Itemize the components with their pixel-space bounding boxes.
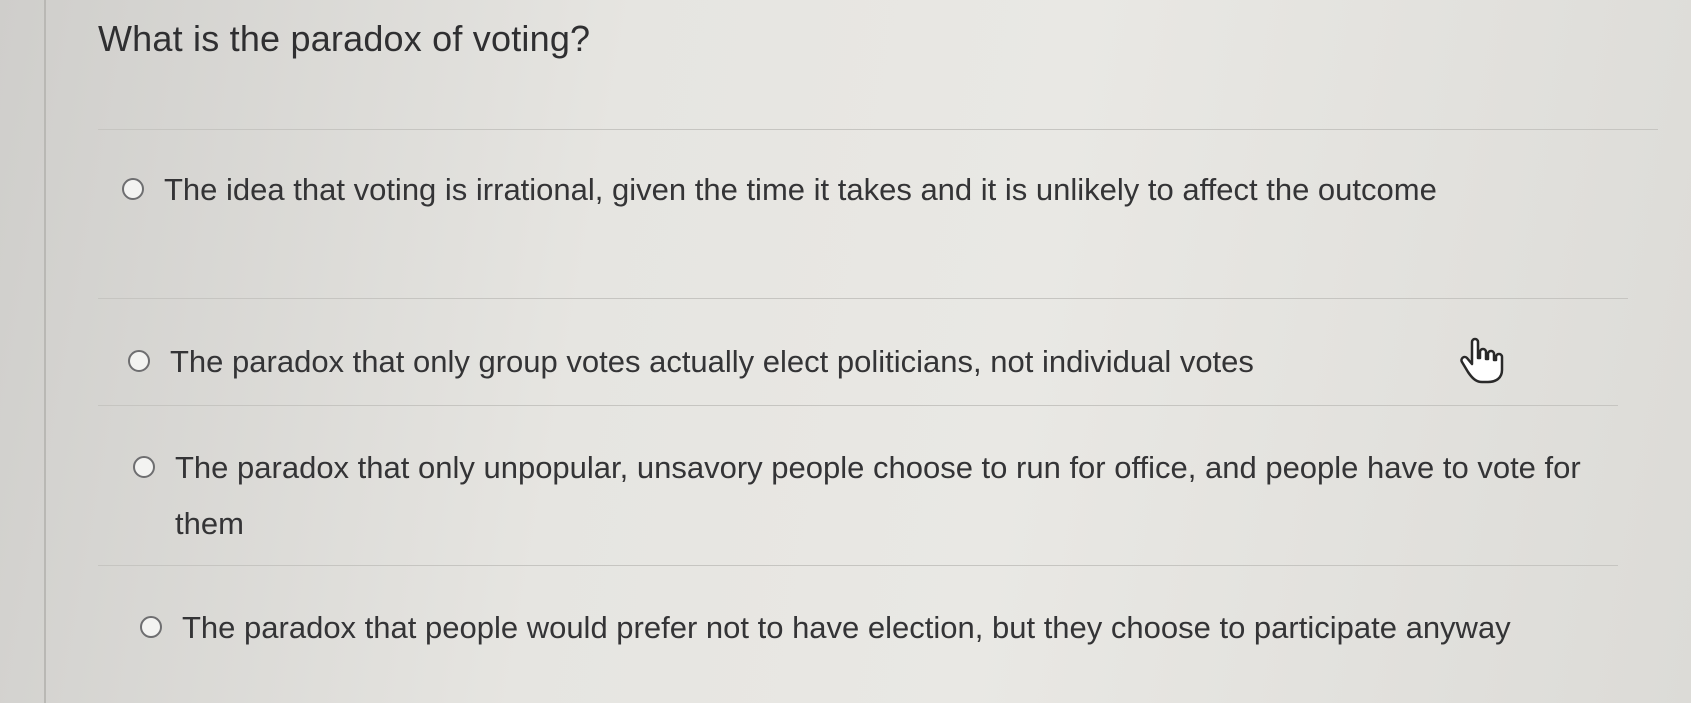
divider bbox=[98, 565, 1618, 566]
quiz-screen: What is the paradox of voting? The idea … bbox=[0, 0, 1691, 703]
radio-button[interactable] bbox=[122, 178, 144, 200]
answer-option-2[interactable]: The paradox that only group votes actual… bbox=[128, 340, 1598, 390]
answer-option-1[interactable]: The idea that voting is irrational, give… bbox=[122, 168, 1572, 218]
question-title: What is the paradox of voting? bbox=[98, 18, 591, 59]
radio-button[interactable] bbox=[128, 350, 150, 372]
left-border bbox=[44, 0, 46, 703]
divider bbox=[98, 129, 1658, 130]
answer-option-3[interactable]: The paradox that only unpopular, unsavor… bbox=[133, 446, 1613, 552]
answer-option-label: The idea that voting is irrational, give… bbox=[164, 172, 1437, 207]
answer-option-label: The paradox that only group votes actual… bbox=[170, 344, 1254, 379]
radio-button[interactable] bbox=[140, 616, 162, 638]
answer-option-4[interactable]: The paradox that people would prefer not… bbox=[140, 606, 1560, 656]
divider bbox=[98, 405, 1618, 406]
radio-button[interactable] bbox=[133, 456, 155, 478]
divider bbox=[98, 298, 1628, 299]
hand-pointer-icon bbox=[1460, 337, 1504, 384]
answer-option-label: The paradox that people would prefer not… bbox=[182, 610, 1511, 645]
answer-option-label: The paradox that only unpopular, unsavor… bbox=[175, 450, 1581, 541]
